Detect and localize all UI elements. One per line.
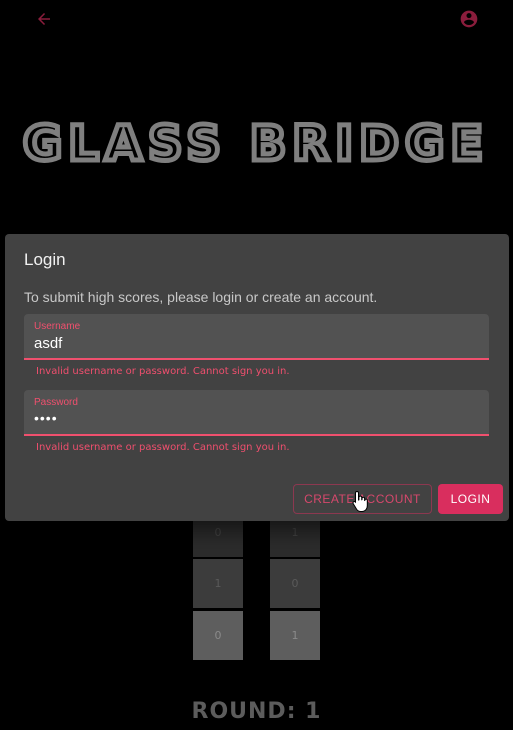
- login-dialog: Login To submit high scores, please logi…: [5, 234, 509, 521]
- game-screen: GLASS BRIDGE 0 1 1 0 0 1 ROUND: 1 Login …: [0, 0, 513, 730]
- arrow-left-icon[interactable]: [33, 8, 55, 30]
- dialog-title: Login: [24, 250, 66, 269]
- username-error: Invalid username or password. Cannot sig…: [36, 366, 290, 377]
- tile-value: 1: [291, 526, 299, 539]
- tile-value: 1: [291, 629, 299, 642]
- tile-right-3[interactable]: 1: [270, 611, 320, 660]
- account-circle-icon[interactable]: [458, 8, 480, 30]
- tile-value: 0: [291, 577, 299, 590]
- username-label: Username: [34, 321, 81, 332]
- tile-value: 0: [214, 526, 222, 539]
- tile-value: 1: [214, 577, 222, 590]
- tile-left-3[interactable]: 0: [193, 611, 243, 660]
- glass-bridge-tiles: 0 1 1 0 0 1: [0, 505, 513, 665]
- login-button[interactable]: LOGIN: [438, 484, 503, 514]
- tile-right-2[interactable]: 0: [270, 559, 320, 608]
- dialog-description: To submit high scores, please login or c…: [24, 289, 378, 305]
- game-title: GLASS BRIDGE: [23, 116, 489, 172]
- password-field[interactable]: Password ••••: [24, 390, 489, 436]
- password-error: Invalid username or password. Cannot sig…: [36, 442, 290, 453]
- username-input[interactable]: asdf: [34, 335, 62, 352]
- password-input[interactable]: ••••: [34, 410, 58, 426]
- tile-value: 0: [214, 629, 222, 642]
- tile-left-2[interactable]: 1: [193, 559, 243, 608]
- password-label: Password: [34, 397, 78, 408]
- hand-cursor-icon: [352, 490, 368, 512]
- username-field[interactable]: Username asdf: [24, 314, 489, 360]
- round-indicator: ROUND: 1: [191, 699, 322, 724]
- game-title-logo: GLASS BRIDGE: [20, 114, 489, 175]
